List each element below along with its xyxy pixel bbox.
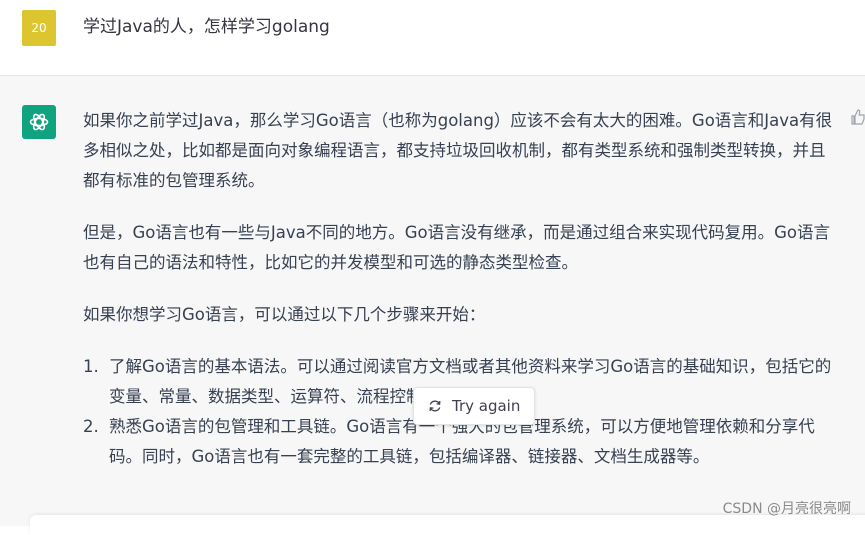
try-again-button[interactable]: Try again — [413, 387, 535, 425]
paragraph: 但是，Go语言也有一些与Java不同的地方。Go语言没有继承，而是通过组合来实现… — [83, 223, 830, 272]
user-message-row: 20 学过Java的人，怎样学习golang — [0, 0, 865, 76]
watermark: CSDN @月亮很亮啊 — [722, 501, 851, 517]
list-number: 2. — [83, 417, 99, 436]
paragraph: 如果你想学习Go语言，可以通过以下几个步骤来开始： — [83, 305, 486, 324]
assistant-message-row: 如果你之前学过Java，那么学习Go语言（也称为golang）应该不会有太大的困… — [0, 76, 865, 526]
message-input-area[interactable] — [30, 515, 865, 535]
assistant-avatar — [22, 105, 56, 139]
list-number: 1. — [83, 357, 99, 376]
refresh-icon — [429, 400, 441, 412]
try-again-label: Try again — [452, 397, 521, 415]
paragraph: 如果你之前学过Java，那么学习Go语言（也称为golang）应该不会有太大的困… — [83, 111, 833, 190]
openai-logo-icon — [29, 113, 49, 131]
user-avatar: 20 — [22, 10, 56, 46]
thumbs-up-icon[interactable] — [851, 108, 865, 126]
user-message-text: 学过Java的人，怎样学习golang — [83, 17, 330, 37]
